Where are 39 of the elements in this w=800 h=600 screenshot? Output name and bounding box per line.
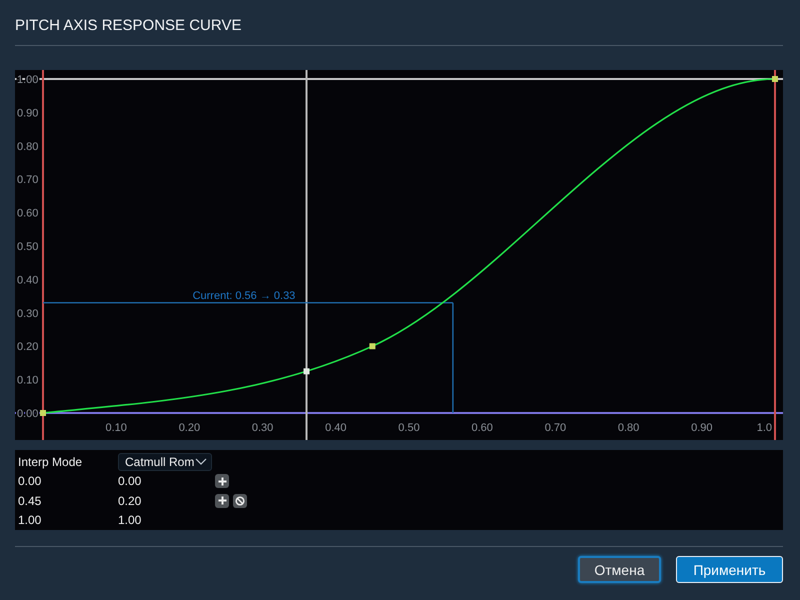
- interp-mode-dropdown[interactable]: Catmull Rom: [118, 452, 212, 471]
- cancel-button[interactable]: Отмена: [578, 556, 661, 583]
- chevron-icon: [195, 458, 208, 466]
- x-axis-label: 0.10: [106, 422, 127, 434]
- plus-icon: [218, 496, 226, 506]
- current-value-label: Current: 0.56 → 0.33: [192, 290, 296, 302]
- x-axis-label: 0.50: [398, 422, 420, 434]
- x-axis-label: 0.60: [472, 422, 493, 434]
- apply-button[interactable]: Применить: [676, 556, 783, 583]
- y-axis-label: 0.30: [17, 308, 38, 320]
- table-cell-text: 0.20: [118, 494, 142, 508]
- column-label: Interp Mode: [18, 454, 84, 469]
- y-axis-label: 0.40: [17, 274, 38, 286]
- add-button[interactable]: [215, 494, 229, 508]
- y-axis-label: 0.90: [17, 107, 38, 120]
- remove-button[interactable]: [233, 494, 247, 508]
- prohibited-icon: [235, 496, 245, 506]
- table-cell-text: 0.45: [18, 494, 42, 508]
- y-axis-label: 0.10: [17, 374, 38, 387]
- table-cell-text: 1.00: [18, 513, 42, 528]
- table-cell-text: 0.00: [18, 474, 42, 488]
- dialog-title: PITCH AXIS RESPONSE CURVE: [15, 16, 242, 36]
- table-cell-text: 1.00: [118, 513, 142, 528]
- y-axis-label: 0.60: [17, 208, 38, 220]
- y-axis-label: 0.80: [17, 140, 38, 153]
- x-axis-label: 1.0: [756, 422, 772, 434]
- x-axis-label: 0.40: [325, 422, 346, 434]
- y-axis-label: 0.70: [17, 174, 38, 186]
- y-axis-label: 0.50: [17, 241, 38, 253]
- x-axis-label: 0.20: [178, 422, 200, 434]
- plus-icon: [218, 476, 226, 486]
- cursor-point: [304, 368, 310, 374]
- x-axis-label: 0.80: [618, 422, 640, 434]
- x-axis-label: 0.90: [691, 422, 712, 434]
- add-button[interactable]: [215, 474, 229, 488]
- table-cell-text: 0.00: [118, 474, 142, 488]
- x-axis-label: 0.70: [544, 422, 566, 434]
- y-axis-label: 0.20: [17, 341, 38, 354]
- x-axis-label: 0.30: [252, 422, 274, 434]
